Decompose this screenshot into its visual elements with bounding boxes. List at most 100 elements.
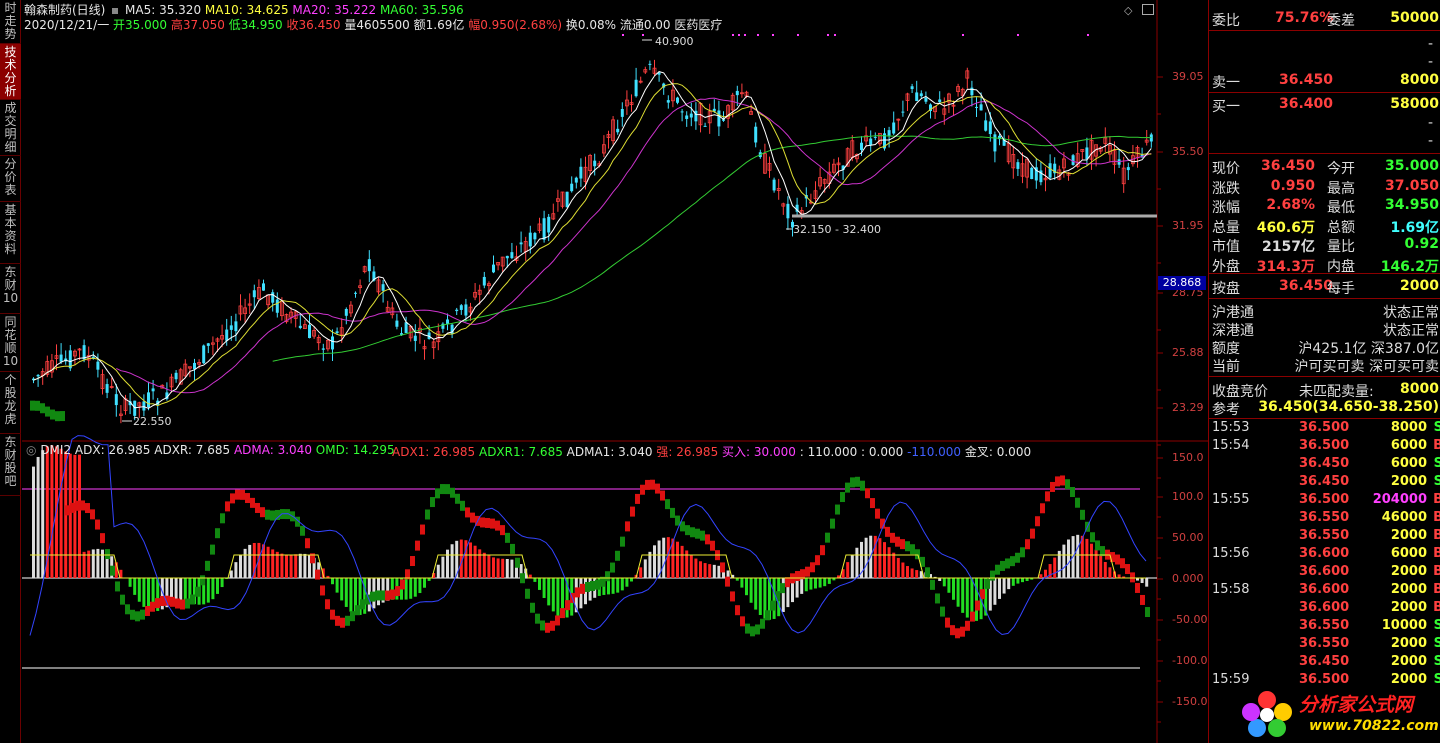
dmi-label-4: 0.000	[1172, 572, 1204, 585]
price-axis-ticks	[1157, 76, 1163, 446]
watermark-logo: 分析家公式网 www.70822.com	[1239, 688, 1439, 740]
quote-row: 现价 36.450 今开 35.000	[1209, 156, 1440, 177]
price-label-2: 35.50	[1172, 145, 1204, 158]
tick-row: 36.550 46000 B	[1209, 509, 1440, 527]
tick-price: 36.600	[1299, 564, 1350, 579]
tick-time: 15:55	[1212, 492, 1250, 507]
sell1-price: 36.450	[1279, 72, 1334, 88]
tab-trade-detail[interactable]: 成交明细	[0, 100, 21, 156]
tab-price-table[interactable]: 分价表	[0, 156, 21, 202]
dmi-name: DMI2	[40, 443, 72, 457]
tick-price: 36.550	[1299, 618, 1350, 633]
ma5-line	[33, 71, 1152, 409]
dmi-label-3: 50.00	[1172, 531, 1204, 544]
tab-technical[interactable]: 技术分析	[0, 44, 21, 100]
auction-unmatched-value: 8000	[1400, 381, 1439, 397]
dmi-signal-line	[30, 554, 1146, 579]
range-annotation: 32.150 - 32.400	[793, 223, 881, 236]
tick-volume: 6000	[1390, 438, 1427, 453]
tick-volume: 46000	[1381, 510, 1427, 525]
tick-row: 15:58 36.600 2000 B	[1209, 581, 1440, 599]
tick-row: 36.550 2000 B	[1209, 527, 1440, 545]
tick-side: S	[1433, 636, 1440, 651]
price-label-1: 39.05	[1172, 70, 1204, 83]
low-annotation: 22.550	[133, 415, 172, 428]
tick-side: B	[1433, 528, 1440, 543]
tick-row: 36.600 2000 B	[1209, 563, 1440, 581]
tick-side: S	[1433, 654, 1440, 669]
price-label-3: 31.95	[1172, 219, 1204, 232]
tick-side: B	[1433, 438, 1440, 453]
tab-stock-forum[interactable]: 东财股吧	[0, 434, 21, 496]
pan-row: 按盘 36.450 每手 2000	[1209, 276, 1440, 297]
quote-value: 36.450	[1260, 158, 1315, 174]
tab-fundamentals[interactable]: 基本资料	[0, 202, 21, 264]
tick-row: 15:55 36.500 204000 B	[1209, 491, 1440, 509]
current-label: 当前	[1212, 359, 1240, 375]
lot-label: 每手	[1327, 281, 1355, 297]
dmi-label-5: -50.00	[1172, 613, 1208, 626]
tick-price: 36.450	[1299, 456, 1350, 471]
sell1-row: 卖一 36.450 8000	[1209, 70, 1440, 91]
tab-intraday[interactable]: 时走势	[0, 0, 21, 44]
order-diff-value: 50000	[1390, 10, 1439, 26]
dmi-golden: 金叉: 0.000	[964, 445, 1032, 459]
quote-row: 涨幅 2.68% 最低 34.950	[1209, 195, 1440, 216]
quote-row: 总量 460.6万 总额 1.69亿	[1209, 215, 1440, 236]
quote-row: 市值 2157亿 量比 0.92	[1209, 234, 1440, 255]
tick-side: B	[1433, 600, 1440, 615]
tick-side: B	[1433, 546, 1440, 561]
tick-price: 36.600	[1299, 582, 1350, 597]
reference-value: 36.450(34.650-38.250)	[1258, 399, 1439, 415]
reference-label: 参考	[1212, 402, 1240, 418]
flower-logo-icon	[1242, 691, 1292, 737]
tick-volume: 2000	[1390, 654, 1427, 669]
tick-price: 36.500	[1299, 420, 1350, 435]
tick-row: 15:54 36.500 6000 B	[1209, 437, 1440, 455]
tick-price: 36.450	[1299, 474, 1350, 489]
tick-row: 36.600 2000 B	[1209, 599, 1440, 617]
tab-dongcai10[interactable]: 东财10	[0, 264, 21, 314]
buy-level-dash: -	[1427, 133, 1433, 149]
quote-value: 2.68%	[1266, 197, 1315, 213]
tick-price: 36.500	[1299, 492, 1350, 507]
buy-level-dash: -	[1427, 115, 1433, 131]
dmi-label-1: 150.0	[1172, 451, 1204, 464]
quota-row: 额度 沪425.1亿 深387.0亿	[1209, 336, 1440, 357]
dmi-header: ◎ DMI2 ADX: 26.985 ADXR: 7.685 ADMA: 3.0…	[26, 443, 395, 457]
quote-row: 涨跌 0.950 最高 37.050	[1209, 176, 1440, 197]
current-value: 沪可买可卖 深可买可卖	[1294, 359, 1439, 375]
reference-row: 参考 36.450(34.650-38.250)	[1209, 397, 1440, 418]
tick-price: 36.550	[1299, 528, 1350, 543]
tab-tonghuashun10[interactable]: 同花顺10	[0, 314, 21, 372]
tick-row: 15:59 36.500 2000 S	[1209, 671, 1440, 689]
dmi-toggle-icon[interactable]: ◎	[26, 443, 36, 457]
tick-price: 36.500	[1299, 438, 1350, 453]
tick-row: 36.550 10000 S	[1209, 617, 1440, 635]
tick-volume: 204000	[1372, 492, 1427, 507]
tick-volume: 10000	[1381, 618, 1427, 633]
hk-sh-row: 沪港通 状态正常	[1209, 300, 1440, 321]
dmi-adxr1: ADXR1: 7.685	[478, 445, 563, 459]
tick-volume: 2000	[1390, 474, 1427, 489]
tick-volume: 6000	[1390, 456, 1427, 471]
tick-price: 36.550	[1299, 636, 1350, 651]
tick-volume: 2000	[1390, 636, 1427, 651]
dmi-adx: ADX: 26.985	[74, 443, 151, 457]
quote-value: 34.950	[1384, 197, 1439, 213]
crosshair-price-tag: 28.868	[1158, 276, 1206, 290]
dmi-strong: 强: 26.985	[656, 445, 719, 459]
sell-level-dash: -	[1427, 36, 1433, 52]
tab-dragon-tiger[interactable]: 个股龙虎	[0, 372, 21, 434]
tick-row: 15:56 36.600 6000 B	[1209, 545, 1440, 563]
dmi-adma: ADMA: 3.040	[233, 443, 312, 457]
dmi-omd: OMD: 14.295	[315, 443, 395, 457]
sell1-label: 卖一	[1212, 75, 1240, 91]
dmi-adxr: ADXR: 7.685	[154, 443, 231, 457]
high-annotation: 40.900	[655, 35, 694, 48]
tick-row: 36.450 2000 S	[1209, 473, 1440, 491]
tick-volume: 2000	[1390, 564, 1427, 579]
tick-row: 36.550 2000 S	[1209, 635, 1440, 653]
buy1-price: 36.400	[1279, 96, 1334, 112]
quote-value: 37.050	[1384, 177, 1439, 194]
